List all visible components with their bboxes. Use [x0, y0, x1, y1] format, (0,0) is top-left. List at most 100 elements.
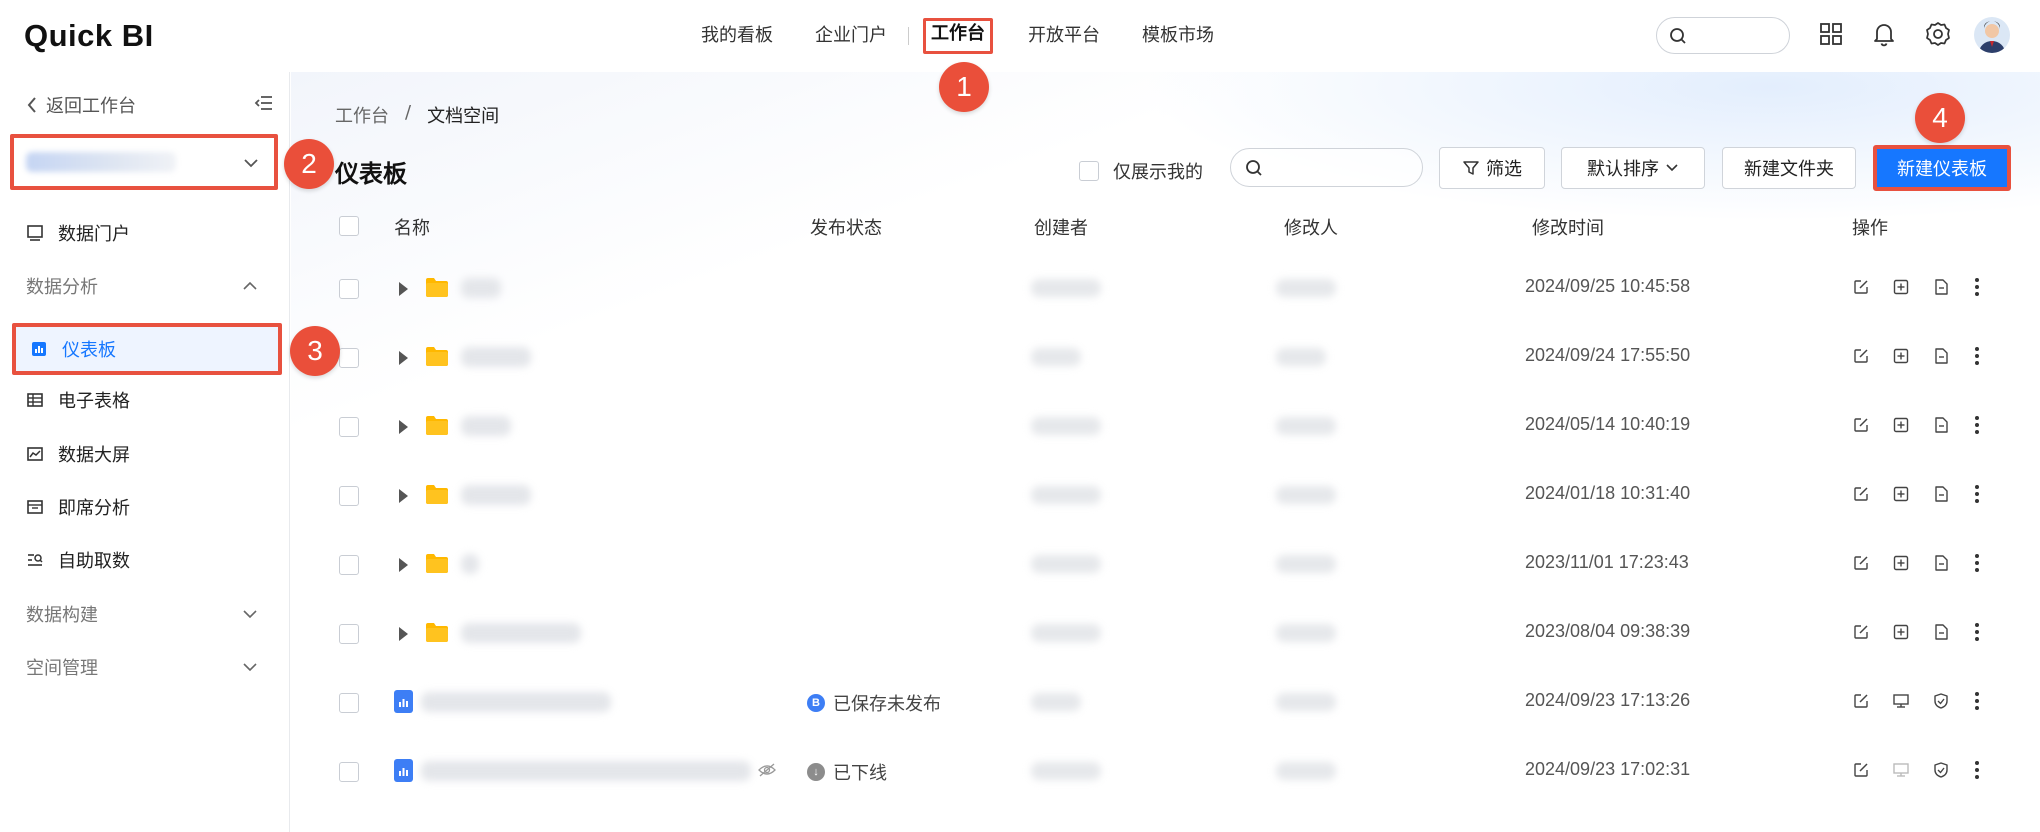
document-search-input[interactable]: [1230, 148, 1423, 187]
collapse-sidebar-icon[interactable]: [254, 94, 274, 112]
sidebar-item-big-screen[interactable]: 数据大屏: [26, 441, 130, 467]
only-mine-checkbox[interactable]: 仅展示我的: [1079, 158, 1203, 184]
folder-icon: [426, 623, 448, 642]
document-icon[interactable]: [1932, 623, 1950, 641]
add-icon[interactable]: [1892, 416, 1910, 434]
expand-caret-icon[interactable]: [399, 420, 408, 434]
row-checkbox[interactable]: [339, 279, 359, 299]
app-logo[interactable]: Quick BI: [24, 18, 154, 54]
document-icon[interactable]: [1932, 416, 1950, 434]
table-row[interactable]: ↓ 已下线 2024/09/23 17:02:31: [291, 737, 2040, 806]
add-icon[interactable]: [1892, 485, 1910, 503]
expand-caret-icon[interactable]: [399, 627, 408, 641]
sidebar-item-adhoc-analysis[interactable]: 即席分析: [26, 494, 130, 520]
edit-icon[interactable]: [1852, 347, 1870, 365]
expand-caret-icon[interactable]: [399, 489, 408, 503]
item-name-redacted[interactable]: [421, 761, 751, 781]
apps-grid-icon[interactable]: [1817, 20, 1845, 48]
nav-template-market[interactable]: 模板市场: [1121, 21, 1235, 51]
shield-icon[interactable]: [1932, 692, 1950, 710]
edit-icon[interactable]: [1852, 692, 1870, 710]
preview-monitor-icon[interactable]: [1892, 761, 1910, 779]
more-icon[interactable]: [1972, 691, 1982, 711]
edit-icon[interactable]: [1852, 416, 1870, 434]
sidebar-item-data-portal[interactable]: 数据门户: [26, 220, 130, 246]
back-to-workbench-link[interactable]: 返回工作台: [26, 92, 136, 118]
more-icon[interactable]: [1972, 553, 1982, 573]
item-name-redacted[interactable]: [461, 347, 531, 367]
edit-icon[interactable]: [1852, 761, 1870, 779]
sidebar-item-self-service[interactable]: 自助取数: [26, 547, 130, 573]
checkbox[interactable]: [1079, 161, 1099, 181]
item-name-redacted[interactable]: [461, 416, 511, 436]
filter-button[interactable]: 筛选: [1439, 147, 1545, 189]
row-checkbox[interactable]: [339, 693, 359, 713]
table-row[interactable]: 2024/05/14 10:40:19: [291, 392, 2040, 461]
document-icon[interactable]: [1932, 485, 1950, 503]
add-icon[interactable]: [1892, 278, 1910, 296]
column-header-name[interactable]: 名称: [394, 214, 430, 240]
row-checkbox[interactable]: [339, 486, 359, 506]
table-row[interactable]: B 已保存未发布 2024/09/23 17:13:26: [291, 668, 2040, 737]
nav-enterprise-portal[interactable]: 企业门户: [794, 21, 908, 51]
expand-caret-icon[interactable]: [399, 351, 408, 365]
row-checkbox[interactable]: [339, 762, 359, 782]
global-search-input[interactable]: [1656, 17, 1790, 54]
new-dashboard-button[interactable]: 新建仪表板: [1873, 145, 2011, 191]
sidebar-group-data-analysis[interactable]: 数据分析: [26, 273, 258, 299]
column-header-modifier[interactable]: 修改人: [1284, 214, 1338, 240]
more-icon[interactable]: [1972, 277, 1982, 297]
column-header-creator[interactable]: 创建者: [1034, 214, 1088, 240]
sidebar-group-space-management[interactable]: 空间管理: [26, 654, 258, 680]
edit-icon[interactable]: [1852, 623, 1870, 641]
select-all-checkbox[interactable]: [339, 216, 359, 236]
breadcrumb-workbench[interactable]: 工作台: [335, 102, 389, 128]
table-row[interactable]: 2023/08/04 09:38:39: [291, 599, 2040, 668]
item-name-redacted[interactable]: [461, 278, 501, 298]
nav-open-platform[interactable]: 开放平台: [1007, 21, 1121, 51]
nav-workbench[interactable]: 工作台: [923, 18, 993, 54]
more-icon[interactable]: [1972, 346, 1982, 366]
nav-my-boards[interactable]: 我的看板: [680, 21, 794, 51]
more-icon[interactable]: [1972, 760, 1982, 780]
gear-icon[interactable]: [1924, 20, 1952, 48]
table-row[interactable]: 2024/09/24 17:55:50: [291, 323, 2040, 392]
workspace-select[interactable]: [10, 134, 278, 190]
edit-icon[interactable]: [1852, 278, 1870, 296]
add-icon[interactable]: [1892, 623, 1910, 641]
item-name-redacted[interactable]: [421, 692, 611, 712]
edit-icon[interactable]: [1852, 485, 1870, 503]
column-header-modified-time[interactable]: 修改时间: [1532, 214, 1604, 240]
user-avatar[interactable]: [1974, 17, 2010, 53]
row-checkbox[interactable]: [339, 555, 359, 575]
item-name-redacted[interactable]: [461, 623, 581, 643]
sidebar-group-data-build[interactable]: 数据构建: [26, 601, 258, 627]
expand-caret-icon[interactable]: [399, 282, 408, 296]
more-icon[interactable]: [1972, 415, 1982, 435]
shield-icon[interactable]: [1932, 761, 1950, 779]
edit-icon[interactable]: [1852, 554, 1870, 572]
new-folder-button[interactable]: 新建文件夹: [1722, 147, 1856, 189]
table-row[interactable]: 2024/01/18 10:31:40: [291, 461, 2040, 530]
column-header-status[interactable]: 发布状态: [810, 214, 882, 240]
document-icon[interactable]: [1932, 554, 1950, 572]
row-checkbox[interactable]: [339, 624, 359, 644]
document-icon[interactable]: [1932, 347, 1950, 365]
row-checkbox[interactable]: [339, 417, 359, 437]
expand-caret-icon[interactable]: [399, 558, 408, 572]
table-row[interactable]: 2024/09/25 10:45:58: [291, 254, 2040, 323]
more-icon[interactable]: [1972, 484, 1982, 504]
add-icon[interactable]: [1892, 554, 1910, 572]
row-checkbox[interactable]: [339, 348, 359, 368]
more-icon[interactable]: [1972, 622, 1982, 642]
add-icon[interactable]: [1892, 347, 1910, 365]
bell-icon[interactable]: [1870, 20, 1898, 48]
sort-dropdown[interactable]: 默认排序: [1561, 147, 1705, 189]
sidebar-item-spreadsheet[interactable]: 电子表格: [26, 387, 130, 413]
document-icon[interactable]: [1932, 278, 1950, 296]
item-name-redacted[interactable]: [461, 485, 531, 505]
item-name-redacted[interactable]: [461, 554, 479, 574]
preview-monitor-icon[interactable]: [1892, 692, 1910, 710]
sidebar-item-dashboard[interactable]: 仪表板: [12, 323, 282, 375]
table-row[interactable]: 2023/11/01 17:23:43: [291, 530, 2040, 599]
